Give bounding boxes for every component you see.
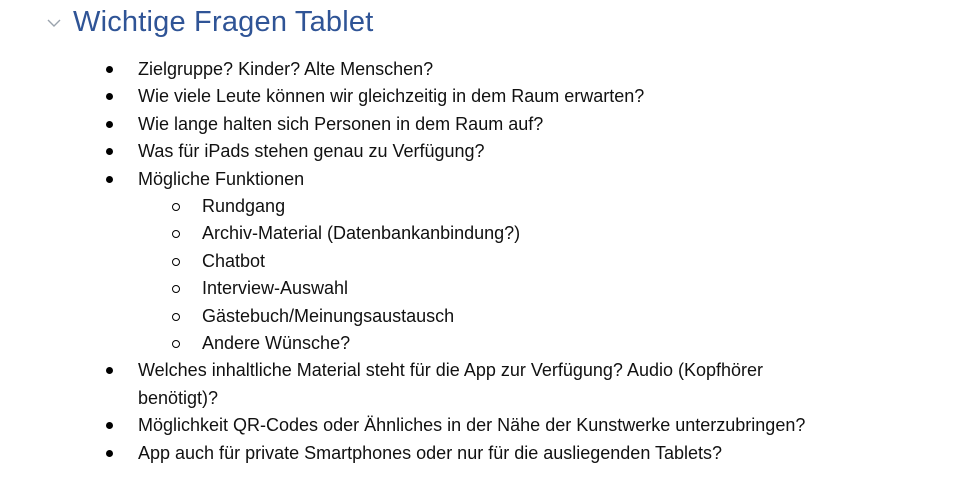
list-item[interactable]: Mögliche Funktionen [0, 166, 960, 193]
chevron-down-icon[interactable] [44, 13, 64, 33]
bullet-circle-icon [172, 203, 180, 212]
sub-list-item[interactable]: Interview-Auswahl [0, 275, 960, 302]
list-item-text: Möglichkeit QR-Codes oder Ähnliches in d… [138, 415, 806, 436]
bullet-circle-icon [172, 340, 180, 349]
sub-list-item-text: Rundgang [202, 196, 286, 217]
bullet-disc-icon [106, 449, 113, 457]
bullet-circle-icon [172, 312, 180, 321]
sub-list-item[interactable]: Chatbot [0, 248, 960, 275]
heading-title[interactable]: Wichtige Fragen Tablet [73, 6, 373, 39]
list-item[interactable]: Möglichkeit QR-Codes oder Ähnliches in d… [0, 412, 960, 439]
list-item[interactable]: Wie viele Leute können wir gleichzeitig … [0, 83, 960, 110]
list-item-text: Mögliche Funktionen [138, 168, 305, 189]
sub-list-item-text: Interview-Auswahl [202, 278, 349, 299]
bullet-disc-icon [106, 175, 113, 183]
bullet-disc-icon [106, 148, 113, 156]
document-page: Wichtige Fragen Tablet Zielgruppe? Kinde… [0, 0, 960, 480]
list-item-text: Was für iPads stehen genau zu Verfügung? [138, 141, 485, 162]
sub-list-item[interactable]: Gästebuch/Meinungsaustausch [0, 303, 960, 330]
list-item-text: Wie lange halten sich Personen in dem Ra… [138, 113, 544, 134]
sub-list-item[interactable]: Archiv-Material (Datenbankanbindung?) [0, 220, 960, 247]
sub-list-item-text: Archiv-Material (Datenbankanbindung?) [202, 223, 521, 244]
list-item-text: Zielgruppe? Kinder? Alte Menschen? [138, 59, 434, 79]
bullet-disc-icon [106, 120, 113, 128]
bullet-list: Zielgruppe? Kinder? Alte Menschen? Wie v… [0, 56, 960, 467]
sub-list-item[interactable]: Rundgang [0, 193, 960, 220]
list-item[interactable]: App auch für private Smartphones oder nu… [0, 440, 960, 467]
bullet-disc-icon [106, 422, 113, 430]
list-item[interactable]: Was für iPads stehen genau zu Verfügung? [0, 138, 960, 165]
list-item[interactable]: Zielgruppe? Kinder? Alte Menschen? [0, 56, 960, 83]
bullet-circle-icon [172, 230, 180, 239]
sub-list-item-text: Gästebuch/Meinungsaustausch [202, 305, 455, 326]
list-item[interactable]: Welches inhaltliche Material steht für d… [0, 357, 838, 412]
bullet-disc-icon [106, 93, 113, 101]
bullet-circle-icon [172, 257, 180, 266]
bullet-circle-icon [172, 285, 180, 294]
bullet-disc-icon [106, 66, 113, 73]
list-item-text: App auch für private Smartphones oder nu… [138, 442, 723, 463]
bullet-disc-icon [106, 367, 113, 375]
sub-list-item-text: Andere Wünsche? [202, 333, 351, 354]
heading-row: Wichtige Fragen Tablet [44, 2, 373, 42]
sub-list-item[interactable]: Andere Wünsche? [0, 330, 960, 357]
list-item-text: Welches inhaltliche Material steht für d… [138, 360, 764, 408]
list-item[interactable]: Wie lange halten sich Personen in dem Ra… [0, 111, 960, 138]
list-item-text: Wie viele Leute können wir gleichzeitig … [138, 86, 645, 107]
sub-list-item-text: Chatbot [202, 250, 266, 271]
